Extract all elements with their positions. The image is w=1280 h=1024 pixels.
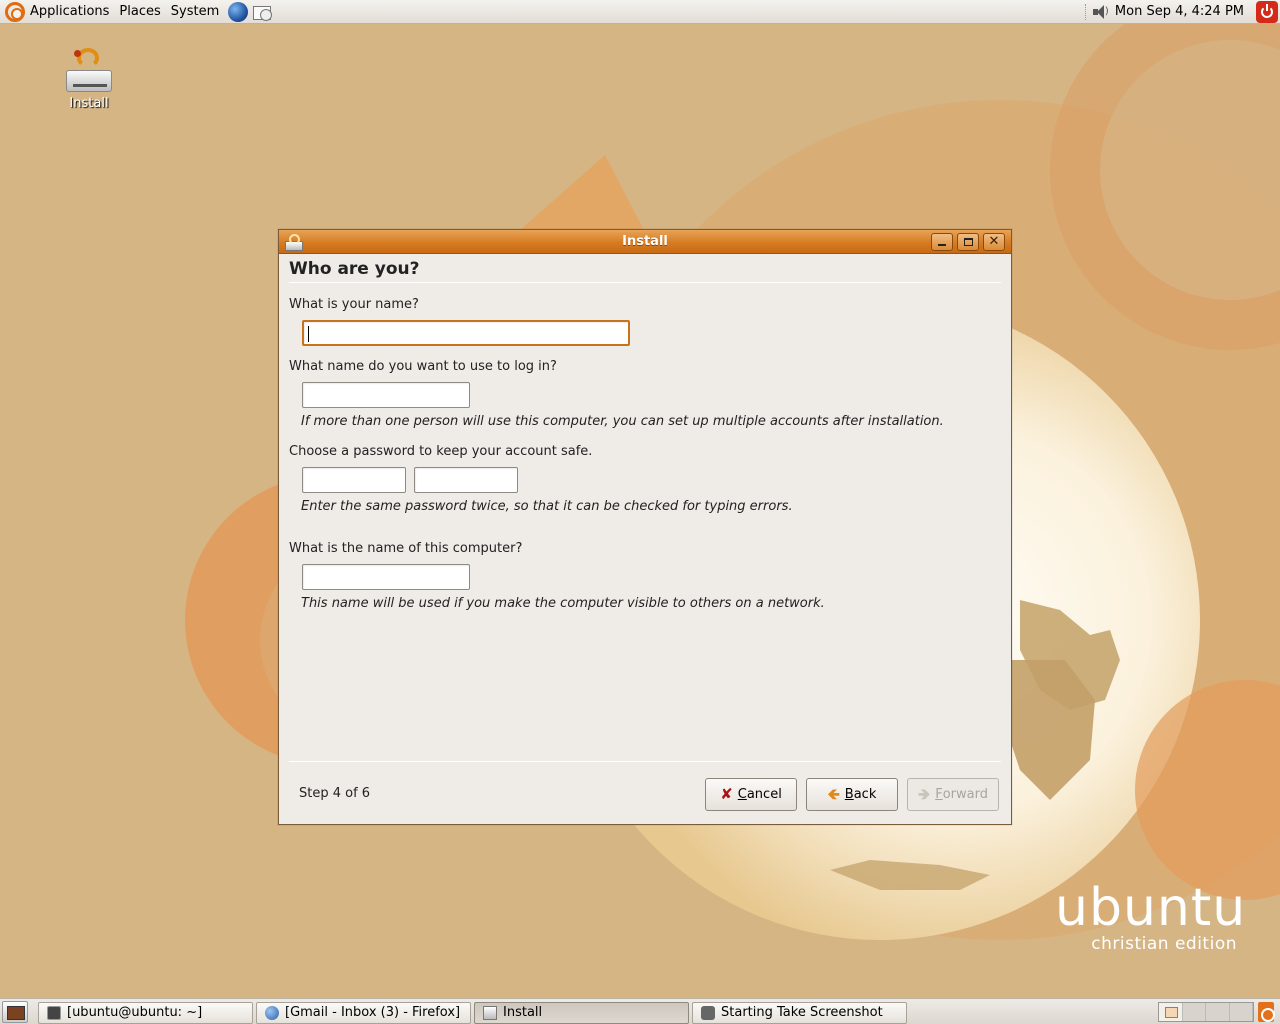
menu-system[interactable]: System — [166, 0, 224, 24]
maximize-icon — [963, 238, 973, 246]
cancel-icon: ✘ — [720, 785, 733, 803]
back-button[interactable]: 🡸 Back — [806, 778, 898, 811]
desktop-install-label: Install — [69, 96, 109, 111]
brand-wordmark: ubuntu — [1055, 878, 1247, 938]
taskbar-item-label: [Gmail - Inbox (3) - Firefox] — [285, 1005, 461, 1020]
password-confirm-field[interactable] — [414, 467, 518, 493]
web-browser-launcher-icon[interactable] — [228, 1, 249, 22]
power-icon[interactable] — [1256, 0, 1278, 23]
forward-mnemonic: F — [935, 787, 943, 802]
camera-icon — [701, 1006, 715, 1020]
full-name-field[interactable] — [302, 320, 630, 346]
password-field[interactable] — [302, 467, 406, 493]
cancel-label: ancel — [746, 787, 782, 802]
ubuntu-logo-icon[interactable] — [5, 1, 25, 22]
divider — [289, 761, 1001, 762]
bottom-panel: [ubuntu@ubuntu: ~] [Gmail - Inbox (3) - … — [0, 998, 1280, 1024]
minimize-icon — [938, 244, 946, 246]
back-label: ack — [853, 787, 877, 802]
forward-label: orward — [942, 787, 988, 802]
drive-install-icon — [64, 46, 114, 94]
taskbar-item-firefox[interactable]: [Gmail - Inbox (3) - Firefox] — [256, 1002, 471, 1024]
top-panel: Applications Places System ) Mon Sep 4, … — [0, 0, 1280, 24]
minimize-button[interactable] — [931, 233, 953, 251]
clock[interactable]: Mon Sep 4, 4:24 PM — [1115, 4, 1244, 19]
cancel-button[interactable]: ✘ Cancel — [705, 778, 797, 811]
login-question-label: What name do you want to use to log in? — [289, 359, 557, 374]
workspace-1[interactable] — [1159, 1003, 1183, 1021]
trash-icon[interactable] — [1258, 1002, 1275, 1022]
install-window: Install ✕ Who are you? What is your name… — [278, 229, 1012, 825]
taskbar-item-label: Starting Take Screenshot — [721, 1005, 883, 1020]
step-indicator: Step 4 of 6 — [299, 786, 371, 801]
cancel-mnemonic: C — [737, 787, 747, 802]
window-title: Install — [622, 234, 668, 249]
text-cursor — [308, 326, 309, 342]
back-arrow-icon: 🡸 — [827, 785, 840, 803]
computer-hint: This name will be used if you make the c… — [301, 596, 825, 611]
name-question-label: What is your name? — [289, 297, 419, 312]
divider — [289, 282, 1001, 283]
forward-arrow-icon: 🡺 — [918, 785, 931, 803]
login-name-field[interactable] — [302, 382, 470, 408]
back-mnemonic: B — [844, 787, 854, 802]
computer-question-label: What is the name of this computer? — [289, 541, 523, 556]
computer-name-field[interactable] — [302, 564, 470, 590]
mail-launcher-icon[interactable] — [252, 2, 273, 22]
taskbar-item-install[interactable]: Install — [474, 1002, 689, 1024]
window-titlebar[interactable]: Install ✕ — [279, 230, 1011, 254]
workspace-2[interactable] — [1182, 1003, 1206, 1021]
workspace-4[interactable] — [1229, 1003, 1253, 1021]
ubuntu-brand: ubuntu christian edition — [1055, 880, 1245, 954]
terminal-icon — [47, 1006, 61, 1020]
login-hint: If more than one person will use this co… — [301, 414, 944, 429]
taskbar-item-label: [ubuntu@ubuntu: ~] — [67, 1005, 203, 1020]
taskbar-item-label: Install — [503, 1005, 543, 1020]
installer-icon — [483, 1006, 497, 1020]
password-question-label: Choose a password to keep your account s… — [289, 444, 593, 459]
password-hint: Enter the same password twice, so that i… — [301, 499, 793, 514]
taskbar-item-screenshot[interactable]: Starting Take Screenshot — [692, 1002, 907, 1024]
close-button[interactable]: ✕ — [983, 233, 1005, 251]
menu-places[interactable]: Places — [114, 0, 165, 24]
desktop-install-icon[interactable]: Install — [54, 46, 124, 111]
forward-button[interactable]: 🡺 Forward — [907, 778, 999, 811]
maximize-button[interactable] — [957, 233, 979, 251]
show-desktop-button[interactable] — [2, 1001, 28, 1023]
panel-separator — [1084, 3, 1087, 20]
page-title: Who are you? — [289, 259, 420, 279]
volume-icon[interactable]: ) — [1092, 4, 1111, 20]
menu-applications[interactable]: Applications — [25, 0, 114, 24]
firefox-icon — [265, 1006, 279, 1020]
workspace-3[interactable] — [1206, 1003, 1230, 1021]
taskbar-item-terminal[interactable]: [ubuntu@ubuntu: ~] — [38, 1002, 253, 1024]
close-icon: ✕ — [988, 234, 1000, 249]
workspace-switcher[interactable] — [1158, 1002, 1254, 1022]
